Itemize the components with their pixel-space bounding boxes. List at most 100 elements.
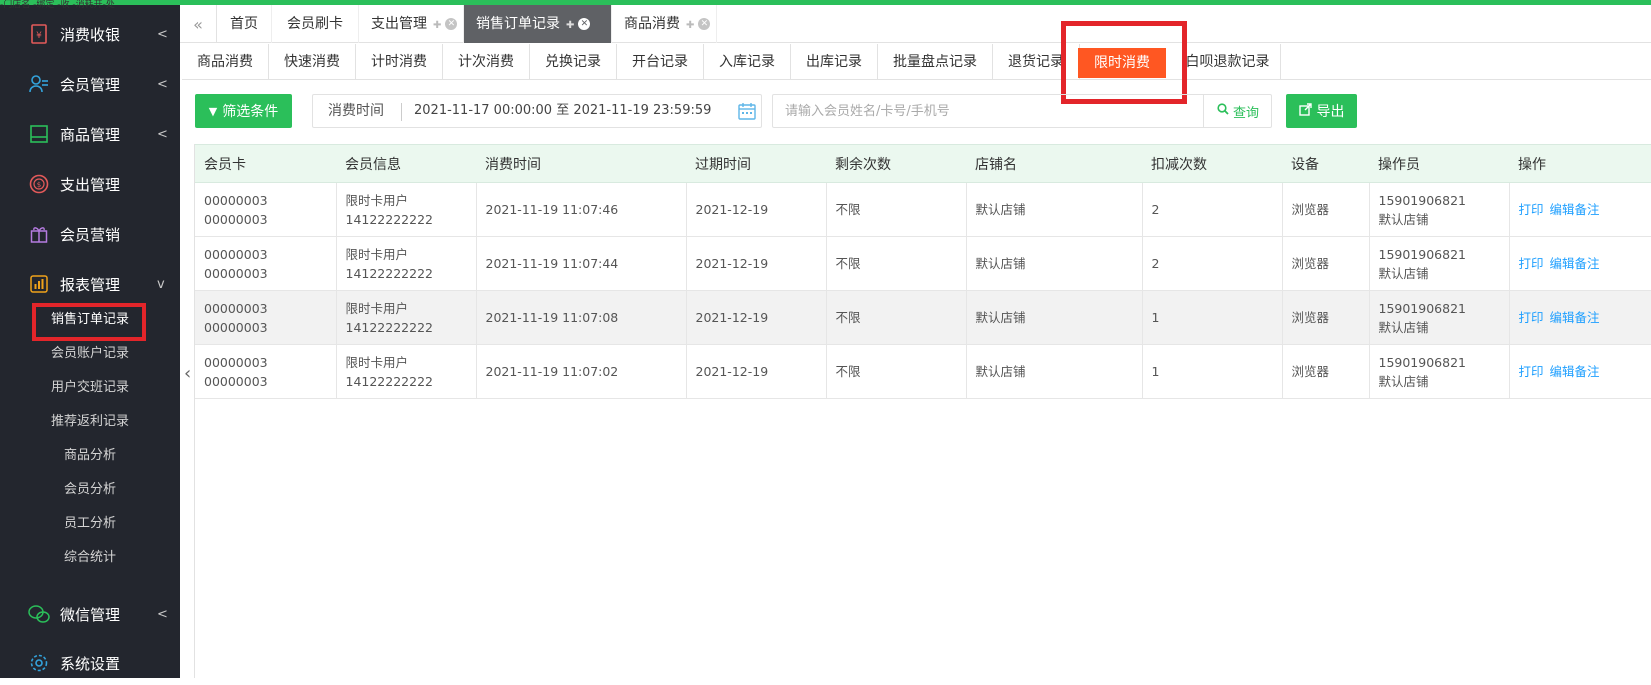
filter-icon: ▼ bbox=[208, 104, 218, 118]
pin-icon[interactable]: ✚ bbox=[433, 20, 441, 31]
svg-text:¥: ¥ bbox=[36, 31, 42, 41]
report-icon bbox=[28, 273, 50, 295]
subtab-refunds[interactable]: 白呗退款记录 bbox=[1175, 44, 1281, 80]
print-link[interactable]: 打印 bbox=[1519, 310, 1544, 325]
subtab-stock-out[interactable]: 出库记录 bbox=[791, 44, 878, 80]
date-range-field[interactable]: 消费时间 2021-11-17 00:00:00 至 2021-11-19 23… bbox=[312, 94, 762, 128]
device-cell: 浏览器 bbox=[1282, 236, 1370, 291]
subtab-timed[interactable]: 计时消费 bbox=[356, 44, 443, 80]
edit-note-link[interactable]: 编辑备注 bbox=[1550, 364, 1600, 379]
expire-time-cell: 2021-12-19 bbox=[686, 236, 827, 291]
chevron-left-icon: < bbox=[157, 26, 168, 42]
shop-name-cell: 默认店铺 bbox=[966, 344, 1143, 399]
pin-icon[interactable]: ✚ bbox=[566, 20, 574, 31]
sidebar-item-wechat[interactable]: 微信管理 < bbox=[0, 592, 180, 636]
operator-cell: 15901906821 默认店铺 bbox=[1369, 182, 1510, 237]
sidebar-sub-member-analysis[interactable]: 会员分析 bbox=[0, 475, 180, 505]
sidebar-item-label: 会员营销 bbox=[60, 225, 121, 244]
cell-text: 默认店铺 bbox=[1378, 211, 1429, 227]
tabs-collapse-icon[interactable]: « bbox=[180, 5, 217, 43]
sidebar-item-goods[interactable]: 商品管理 < bbox=[0, 112, 180, 156]
sidebar-item-label: 系统设置 bbox=[60, 654, 121, 673]
print-link[interactable]: 打印 bbox=[1519, 202, 1544, 217]
sidebar-item-settings[interactable]: 系统设置 bbox=[0, 641, 180, 685]
column-header: 操作 bbox=[1509, 144, 1651, 183]
deduct-count-cell: 2 bbox=[1142, 182, 1283, 237]
close-icon[interactable]: ✕ bbox=[698, 18, 711, 30]
export-button[interactable]: 导出 bbox=[1286, 94, 1357, 128]
chevron-left-icon[interactable]: ‹ bbox=[184, 363, 191, 384]
table-row: 00000003 00000003 限时卡用户 14122222222 2021-1… bbox=[195, 236, 1651, 291]
expense-icon: $ bbox=[28, 173, 50, 195]
sidebar-sub-staff-analysis[interactable]: 员工分析 bbox=[0, 509, 180, 539]
sidebar-item-marketing[interactable]: 会员营销 bbox=[0, 212, 180, 256]
tab-expense[interactable]: 支出管理 ✚ ✕ bbox=[359, 5, 464, 43]
member-search: 查询 bbox=[772, 94, 1272, 128]
shop-name-cell: 默认店铺 bbox=[966, 290, 1143, 345]
tab-sales-orders[interactable]: 销售订单记录 ✚ ✕ bbox=[464, 5, 612, 43]
close-icon[interactable]: ✕ bbox=[578, 18, 591, 30]
settings-icon bbox=[28, 652, 50, 674]
filter-button[interactable]: ▼ 筛选条件 bbox=[195, 94, 292, 128]
tab-label: 会员刷卡 bbox=[287, 16, 343, 32]
records-table: 会员卡 会员信息 消费时间 过期时间 剩余次数 店铺名 扣减次数 设备 操作员 … bbox=[195, 144, 1651, 399]
subtab-count[interactable]: 计次消费 bbox=[443, 44, 530, 80]
edit-note-link[interactable]: 编辑备注 bbox=[1550, 202, 1600, 217]
export-button-label: 导出 bbox=[1316, 104, 1345, 120]
sidebar-sub-shift-records[interactable]: 用户交班记录 bbox=[0, 373, 180, 403]
sidebar-item-label: 会员管理 bbox=[60, 75, 121, 94]
record-type-tabs: 商品消费 快速消费 计时消费 计次消费 兑换记录 开台记录 入库记录 出库记录 … bbox=[182, 44, 1651, 80]
sidebar-item-label: 消费收银 bbox=[60, 25, 121, 44]
sidebar-item-reports[interactable]: 报表管理 v bbox=[0, 262, 180, 306]
sidebar-item-expense[interactable]: $ 支出管理 bbox=[0, 162, 180, 206]
search-input[interactable] bbox=[773, 95, 1203, 127]
cell-text: 00000003 bbox=[204, 319, 268, 335]
remaining-count-cell: 不限 bbox=[826, 182, 967, 237]
sidebar-sub-member-accounts[interactable]: 会员账户记录 bbox=[0, 339, 180, 369]
device-cell: 浏览器 bbox=[1282, 182, 1370, 237]
close-icon[interactable]: ✕ bbox=[445, 18, 458, 30]
member-card-cell: 00000003 00000003 bbox=[195, 182, 337, 237]
filter-button-label: 筛选条件 bbox=[222, 104, 279, 120]
remaining-count-cell: 不限 bbox=[826, 344, 967, 399]
cell-text: 00000003 bbox=[204, 192, 268, 208]
print-link[interactable]: 打印 bbox=[1519, 364, 1544, 379]
search-button-label: 查询 bbox=[1232, 105, 1259, 121]
calendar-icon[interactable] bbox=[737, 101, 757, 121]
sidebar-sub-rebate-records[interactable]: 推荐返利记录 bbox=[0, 407, 180, 437]
tab-member-swipe[interactable]: 会员刷卡 bbox=[272, 5, 359, 43]
subtab-stock-in[interactable]: 入库记录 bbox=[704, 44, 791, 80]
tab-goods-consume[interactable]: 商品消费 ✚ ✕ bbox=[612, 5, 717, 43]
tab-bar: « 首页 会员刷卡 支出管理 ✚ ✕ 销售订单记录 ✚ ✕ 商品消费 ✚ ✕ bbox=[180, 5, 1651, 43]
member-info-cell: 限时卡用户 14122222222 bbox=[336, 344, 477, 399]
expire-time-cell: 2021-12-19 bbox=[686, 344, 827, 399]
edit-note-link[interactable]: 编辑备注 bbox=[1550, 256, 1600, 271]
edit-note-link[interactable]: 编辑备注 bbox=[1550, 310, 1600, 325]
member-card-cell: 00000003 00000003 bbox=[195, 290, 337, 345]
search-button[interactable]: 查询 bbox=[1203, 95, 1272, 127]
chevron-left-icon: < bbox=[157, 126, 168, 142]
column-header: 操作员 bbox=[1369, 144, 1509, 183]
subtab-goods[interactable]: 商品消费 bbox=[182, 44, 269, 80]
sidebar-item-cashier[interactable]: ¥ 消费收银 < bbox=[0, 12, 180, 56]
date-range-value[interactable]: 2021-11-17 00:00:00 至 2021-11-19 23:59:5… bbox=[414, 95, 711, 127]
sidebar-sub-goods-analysis[interactable]: 商品分析 bbox=[0, 441, 180, 471]
print-link[interactable]: 打印 bbox=[1519, 256, 1544, 271]
cell-text: 14122222222 bbox=[345, 265, 433, 281]
sidebar-sub-sales-orders[interactable]: 销售订单记录 bbox=[0, 305, 180, 335]
subtab-returns[interactable]: 退货记录 bbox=[993, 44, 1080, 80]
sidebar-item-members[interactable]: 会员管理 < bbox=[0, 62, 180, 106]
table-row: 00000003 00000003 限时卡用户 14122222222 2021-1… bbox=[195, 182, 1651, 237]
deduct-count-cell: 1 bbox=[1142, 290, 1283, 345]
cell-text: 14122222222 bbox=[345, 373, 433, 389]
subtab-inventory[interactable]: 批量盘点记录 bbox=[878, 44, 993, 80]
sidebar-sub-overall-stats[interactable]: 综合统计 bbox=[0, 543, 180, 573]
pin-icon[interactable]: ✚ bbox=[686, 20, 694, 31]
column-header: 店铺名 bbox=[966, 144, 1142, 183]
subtab-quick[interactable]: 快速消费 bbox=[269, 44, 356, 80]
subtab-limited-time[interactable]: 限时消费 bbox=[1078, 48, 1166, 78]
subtab-table-open[interactable]: 开台记录 bbox=[617, 44, 704, 80]
tab-home[interactable]: 首页 bbox=[217, 5, 272, 43]
sidebar: ¥ 消费收银 < 会员管理 < 商品管理 < $ 支出管理 会员营销 报表管理 … bbox=[0, 5, 180, 678]
subtab-exchange[interactable]: 兑换记录 bbox=[530, 44, 617, 80]
